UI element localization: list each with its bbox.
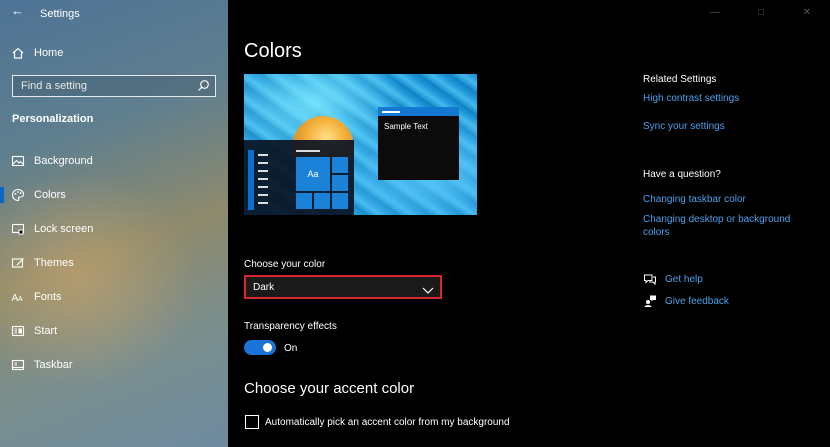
preview-menu-line — [258, 178, 268, 180]
preview-sample-window: Sample Text — [378, 107, 459, 180]
main-content: Colors Aa Sample Text Choose your color — [228, 0, 830, 447]
preview-start-menu: Aa — [244, 140, 354, 215]
preview-menu-line — [258, 194, 268, 196]
palette-icon — [11, 188, 25, 202]
preview-tile — [332, 193, 348, 209]
transparency-toggle[interactable] — [244, 340, 276, 355]
preview-sample-text: Sample Text — [384, 122, 428, 131]
preview-menu-line — [258, 202, 268, 204]
lock-screen-icon — [11, 222, 25, 236]
sidebar-item-label: Colors — [34, 189, 66, 201]
picture-icon — [11, 154, 25, 168]
preview-tile — [296, 193, 312, 209]
preview-menu-line — [258, 162, 268, 164]
feedback-icon — [643, 294, 657, 308]
home-nav-item[interactable]: Home — [0, 40, 228, 66]
sidebar-item-label: Background — [34, 155, 93, 167]
maximize-icon[interactable]: □ — [738, 0, 784, 24]
sidebar: ← Settings Home Personalization Backgrou… — [0, 0, 228, 447]
accent-color-heading: Choose your accent color — [244, 380, 415, 397]
desktop-colors-link[interactable]: Changing desktop or background colors — [643, 213, 803, 239]
give-feedback-row[interactable]: Give feedback — [643, 294, 729, 308]
sidebar-item-fonts[interactable]: AA Fonts — [0, 284, 228, 310]
home-icon — [11, 46, 25, 60]
sidebar-item-label: Lock screen — [34, 223, 94, 235]
sidebar-item-label: Themes — [34, 257, 74, 269]
auto-accent-checkbox[interactable] — [245, 415, 259, 429]
sidebar-item-lock-screen[interactable]: Lock screen — [0, 216, 228, 242]
search-icon[interactable] — [197, 79, 210, 97]
sidebar-item-label: Fonts — [34, 291, 62, 303]
choose-color-label: Choose your color — [244, 259, 326, 270]
sidebar-item-background[interactable]: Background — [0, 148, 228, 174]
fonts-icon: AA — [11, 290, 25, 304]
sidebar-item-taskbar[interactable]: Taskbar — [0, 352, 228, 378]
preview-menu-line — [258, 186, 268, 188]
minimize-icon[interactable]: — — [692, 0, 738, 24]
preview-tile — [332, 157, 348, 173]
preview-menu-line — [258, 170, 268, 172]
page-title: Colors — [244, 40, 302, 62]
preview-tile — [332, 175, 348, 191]
search-box[interactable] — [12, 75, 216, 97]
high-contrast-link[interactable]: High contrast settings — [643, 93, 739, 104]
sidebar-item-label: Start — [34, 325, 58, 337]
chevron-down-icon — [422, 282, 434, 300]
preview-window-title-line — [382, 111, 400, 113]
back-arrow-icon[interactable]: ← — [11, 3, 24, 18]
active-indicator — [0, 187, 4, 203]
home-label: Home — [34, 47, 64, 59]
related-settings-title: Related Settings — [643, 74, 717, 85]
get-help-row[interactable]: Get help — [643, 272, 703, 286]
have-question-title: Have a question? — [643, 169, 721, 180]
title-bar: ← Settings — [0, 0, 228, 28]
give-feedback-link[interactable]: Give feedback — [665, 296, 729, 307]
window-controls: — □ ✕ — [692, 0, 830, 24]
sidebar-item-start[interactable]: Start — [0, 318, 228, 344]
help-chat-icon — [643, 272, 657, 286]
preview-menu-line — [258, 154, 268, 156]
sidebar-item-colors[interactable]: Colors — [0, 182, 228, 208]
preview-tile-aa: Aa — [296, 157, 330, 191]
transparency-label: Transparency effects — [244, 321, 337, 332]
taskbar-icon — [11, 358, 25, 372]
choose-color-value: Dark — [253, 281, 275, 293]
sidebar-item-themes[interactable]: Themes — [0, 250, 228, 276]
themes-icon — [11, 256, 25, 270]
section-label: Personalization — [12, 113, 94, 125]
get-help-link[interactable]: Get help — [665, 274, 703, 285]
sync-settings-link[interactable]: Sync your settings — [643, 121, 725, 132]
auto-accent-label: Automatically pick an accent color from … — [265, 417, 510, 428]
sidebar-item-label: Taskbar — [34, 359, 73, 371]
theme-preview: Aa Sample Text — [244, 74, 477, 215]
preview-menu-topbar — [296, 150, 320, 152]
svg-text:A: A — [18, 296, 23, 303]
transparency-state: On — [284, 343, 298, 354]
start-icon — [11, 324, 25, 338]
close-icon[interactable]: ✕ — [784, 0, 830, 24]
choose-color-dropdown[interactable]: Dark — [244, 275, 442, 299]
search-input[interactable] — [13, 76, 193, 96]
preview-accent-column — [248, 150, 254, 210]
preview-tile — [314, 193, 330, 209]
taskbar-color-link[interactable]: Changing taskbar color — [643, 194, 746, 205]
app-title: Settings — [40, 8, 80, 20]
